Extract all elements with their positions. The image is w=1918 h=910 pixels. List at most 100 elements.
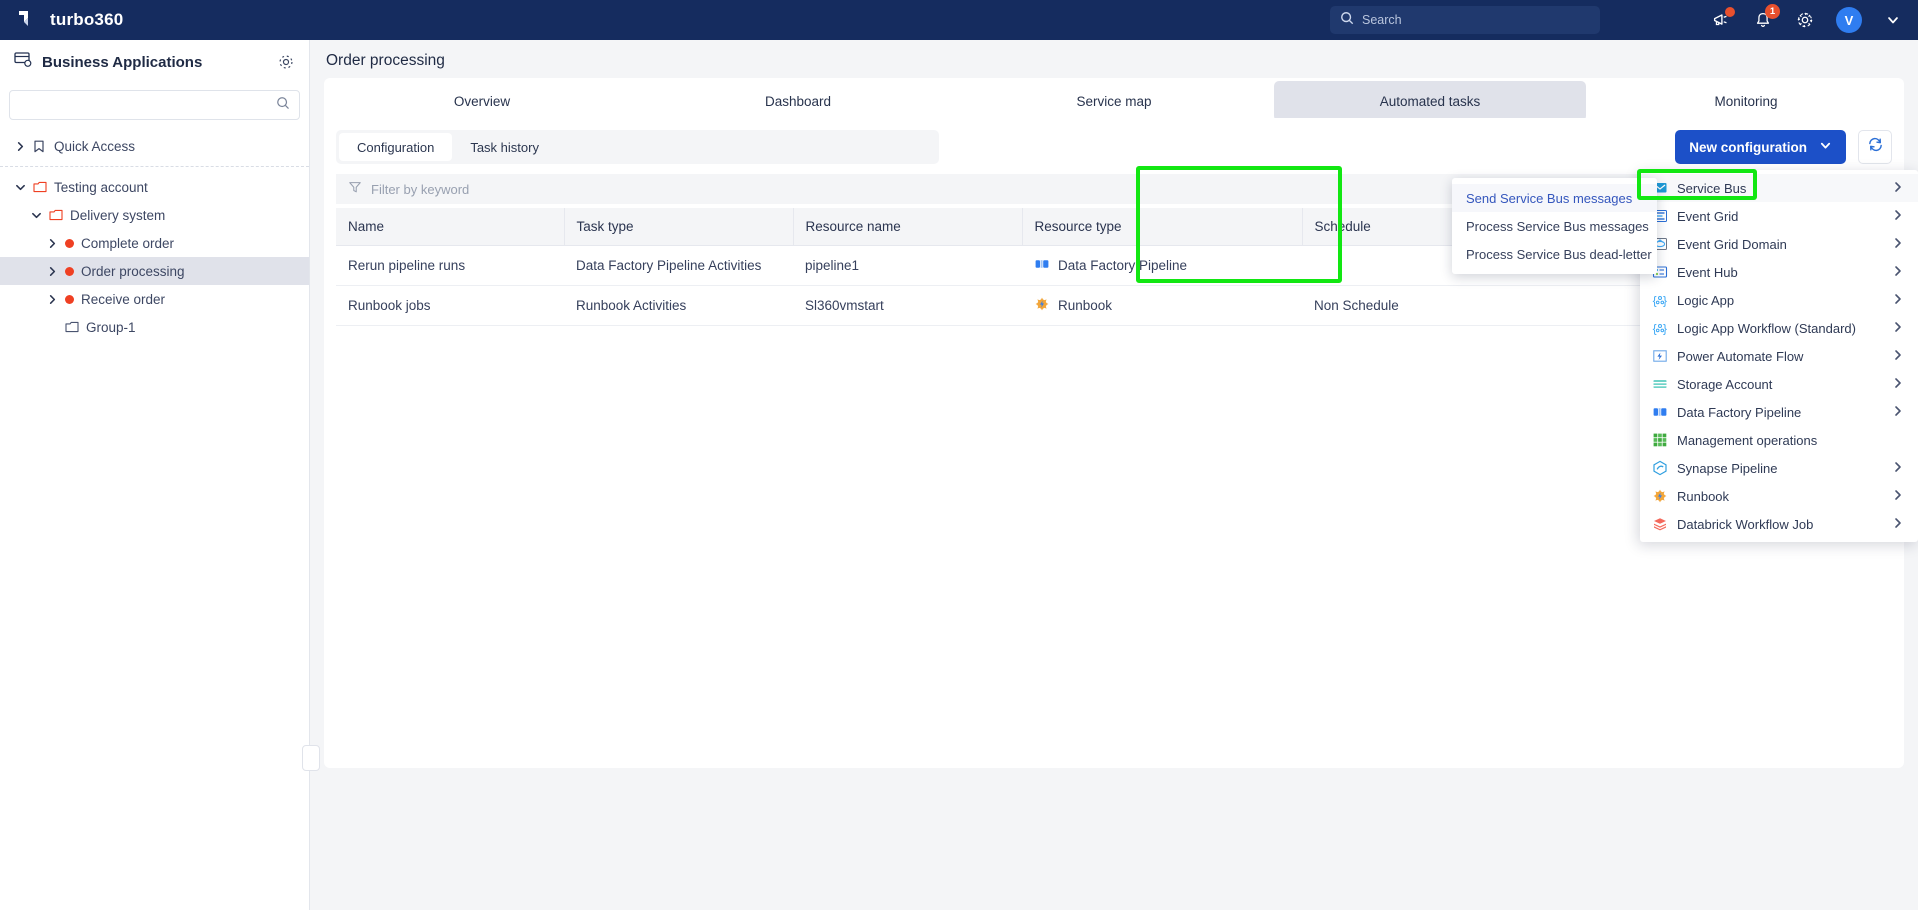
tab-overview[interactable]: Overview [326,81,638,121]
chevron-right-icon [1892,517,1904,532]
status-dot-icon [65,238,74,248]
chevron-right-icon[interactable] [46,266,58,277]
resource-menu-item-event-hub[interactable]: Event Hub [1640,258,1918,286]
tree-item-testing-account[interactable]: Testing account [0,173,309,201]
application-tree: Quick Access Testing account Delivery syst… [0,132,309,341]
logic-app-workflow-icon: {} [1652,320,1668,336]
resource-menu-item-label: Logic App Workflow (Standard) [1677,320,1856,336]
search-input[interactable] [1362,13,1590,27]
resource-menu-item-storage-account[interactable]: Storage Account [1640,370,1918,398]
tab-label: Dashboard [764,93,832,109]
tab-dashboard[interactable]: Dashboard [642,81,954,121]
tab-label: Overview [453,93,511,109]
tree-item-order-processing[interactable]: Order processing [0,257,309,285]
chevron-right-icon [1892,265,1904,280]
tree-item-quick-access[interactable]: Quick Access [0,132,309,160]
resource-menu-item-data-factory-pipeline[interactable]: Data Factory Pipeline [1640,398,1918,426]
sidebar-settings-gear-icon[interactable] [277,53,295,71]
filter-icon [348,180,362,199]
chevron-down-icon[interactable] [14,182,26,193]
tree-item-group-1[interactable]: Group-1 [0,313,309,341]
new-configuration-button[interactable]: New configuration [1675,130,1846,164]
resource-menu-item-label: Power Automate Flow [1677,348,1804,364]
resource-menu-item-event-grid-domain[interactable]: Event Grid Domain [1640,230,1918,258]
refresh-icon [1867,136,1884,158]
avatar[interactable]: V [1836,7,1862,33]
tree-item-label: Group-1 [86,319,136,335]
column-header[interactable]: Name [336,208,565,246]
bell-icon[interactable]: 1 [1752,4,1780,31]
tab-monitoring[interactable]: Monitoring [1590,81,1902,121]
resource-menu-item-logic-app-workflow-standard-[interactable]: {} Logic App Workflow (Standard) [1640,314,1918,342]
tree-item-delivery-system[interactable]: Delivery system [0,201,309,229]
folder-icon [65,321,79,333]
top-bar-icons: 1 V [1710,0,1904,40]
sidebar-search[interactable] [9,90,300,120]
refresh-button[interactable] [1858,130,1892,164]
data-factory-pipeline-icon [1652,404,1668,420]
tree-item-label: Receive order [81,291,166,307]
menu-item-label: Process Service Bus dead-letter [1466,246,1652,262]
notification-count-badge: 1 [1765,4,1780,19]
resource-menu-item-label: Databrick Workflow Job [1677,516,1814,532]
column-header[interactable]: Resource type [1022,208,1303,246]
tab-service-map[interactable]: Service map [958,81,1270,121]
column-header[interactable]: Task type [564,208,794,246]
data-factory-pipeline-icon [1034,256,1050,275]
megaphone-icon[interactable] [1710,7,1735,31]
chevron-right-icon[interactable] [46,238,58,249]
resource-menu-item-databrick-workflow-job[interactable]: Databrick Workflow Job [1640,510,1918,538]
tab-automated-tasks[interactable]: Automated tasks [1274,81,1586,121]
subtab-configuration[interactable]: Configuration [339,133,453,161]
tree-divider [0,166,309,167]
resource-menu-item-management-operations[interactable]: Management operations [1640,426,1918,454]
power-automate-flow-icon [1652,348,1668,364]
resource-menu-item-label: Logic App [1677,292,1735,308]
resource-menu-item-label: Storage Account [1677,376,1773,392]
resource-menu-item-logic-app[interactable]: {} Logic App [1640,286,1918,314]
databricks-icon [1652,516,1668,532]
chevron-right-icon [1892,237,1904,252]
chevron-down-icon[interactable] [30,210,42,221]
resource-name-cell: Sl360vmstart [793,285,1022,326]
logic-app-icon: {} [1652,292,1668,308]
tree-item-receive-order[interactable]: Receive order [0,285,309,313]
service-bus-menu-item[interactable]: Process Service Bus messages [1452,212,1657,240]
subtab-task-history[interactable]: Task history [452,133,557,161]
resource-menu-item-synapse-pipeline[interactable]: Synapse Pipeline [1640,454,1918,482]
resource-menu-item-power-automate-flow[interactable]: Power Automate Flow [1640,342,1918,370]
global-search[interactable] [1330,6,1600,34]
runbook-icon [1034,296,1050,315]
service-bus-menu-item[interactable]: Send Service Bus messages [1452,184,1657,212]
chevron-right-icon [1892,349,1904,364]
chevron-right-icon [1892,181,1904,196]
resource-type-cell: Runbook [1022,285,1302,326]
tree-item-label: Quick Access [54,138,136,154]
tree-item-label: Testing account [54,179,148,195]
resource-menu-item-event-grid[interactable]: Event Grid [1640,202,1918,230]
service-bus-menu-item[interactable]: Process Service Bus dead-letter [1452,240,1657,268]
tree-item-label: Order processing [81,263,185,279]
tab-label: Service map [1076,93,1152,109]
resource-menu-item-service-bus[interactable]: Service Bus [1640,174,1918,202]
chevron-down-icon[interactable] [1882,9,1904,31]
resource-menu-item-runbook[interactable]: Runbook [1640,482,1918,510]
chevron-right-icon[interactable] [46,294,58,305]
column-header[interactable]: Resource name [793,208,1023,246]
tree-item-complete-order[interactable]: Complete order [0,229,309,257]
chevron-right-icon [1892,209,1904,224]
gear-icon[interactable] [1794,9,1816,31]
chevron-right-icon[interactable] [14,141,26,152]
sidebar-collapse-button[interactable] [302,745,320,771]
chevron-right-icon [1892,321,1904,336]
bookmark-icon [33,140,47,153]
resource-type-menu: Service Bus Event Grid Event Grid Domain Ev… [1640,170,1918,542]
top-navigation-bar: turbo360 1 V [0,0,1918,40]
chevron-right-icon [1892,405,1904,420]
brand[interactable]: turbo360 [0,9,123,31]
filter-placeholder: Filter by keyword [371,181,470,197]
status-dot-icon [65,294,74,304]
resource-menu-item-label: Data Factory Pipeline [1677,404,1802,420]
sidebar-search-input[interactable] [19,98,276,112]
resource-type-cell: Data Factory Pipeline [1022,245,1302,286]
